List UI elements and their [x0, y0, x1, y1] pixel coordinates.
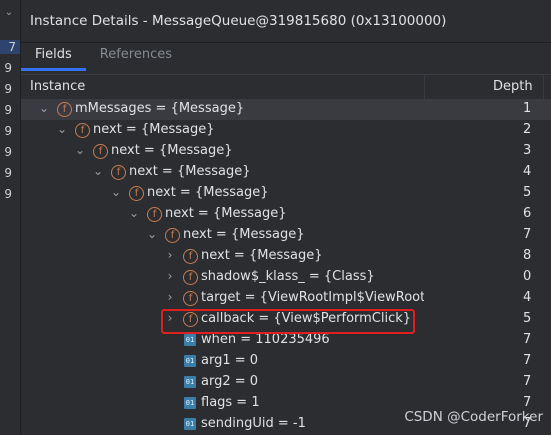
field-icon: f — [93, 144, 108, 159]
depth-value: 7 — [523, 353, 532, 368]
tree-row-label: when = 110235496 — [201, 332, 330, 347]
tree-row[interactable]: 01 arg2 = 0 7 — [21, 372, 551, 393]
tree-row[interactable]: 01 when = 110235496 7 — [21, 330, 551, 351]
tree-row[interactable]: ⌄ f next = {Message} 6 — [21, 204, 551, 225]
expand-toggle[interactable]: › — [164, 269, 176, 283]
field-icon: f — [57, 102, 72, 117]
field-icon: f — [183, 270, 198, 285]
expand-toggle[interactable]: ⌄ — [56, 122, 68, 136]
tree-row[interactable]: ⌄ f next = {Message} 7 — [21, 225, 551, 246]
tree-row[interactable]: ⌄ f next = {Message} 2 — [21, 120, 551, 141]
tree-row-label: flags = 1 — [201, 395, 260, 410]
instance-details-panel: Instance Details - MessageQueue@31981568… — [21, 0, 551, 435]
tree-row-label: next = {Message} — [111, 143, 233, 158]
depth-value: 7 — [523, 374, 532, 389]
depth-value: 3 — [523, 143, 532, 158]
depth-value: 4 — [523, 290, 532, 305]
expand-toggle[interactable]: ⌄ — [74, 143, 86, 157]
tree-row-label: next = {Message} — [165, 206, 287, 221]
gutter-number[interactable]: 9 — [0, 82, 12, 96]
tree-row-label: next = {Message} — [93, 122, 215, 137]
tree-row-label: arg1 = 0 — [201, 353, 259, 368]
field-icon: f — [183, 312, 198, 327]
depth-value: 7 — [523, 227, 532, 242]
tree-row-label: arg2 = 0 — [201, 374, 259, 389]
tree-row-label: sendingUid = -1 — [201, 416, 306, 431]
tree-row[interactable]: › f callback = {View$PerformClick} 5 — [21, 309, 551, 330]
field-icon: f — [183, 291, 198, 306]
tree-row[interactable]: ⌄ f next = {Message} 5 — [21, 183, 551, 204]
gutter-number[interactable]: 9 — [0, 145, 12, 159]
depth-value: 0 — [523, 269, 532, 284]
primitive-icon: 01 — [184, 376, 196, 388]
gutter-number[interactable]: 9 — [0, 187, 12, 201]
column-header-instance[interactable]: Instance — [30, 79, 85, 94]
field-icon: f — [183, 249, 198, 264]
tree-row[interactable]: › f target = {ViewRootImpl$ViewRootH 4 — [21, 288, 551, 309]
field-icon: f — [129, 186, 144, 201]
gutter-number[interactable]: 9 — [0, 166, 12, 180]
tree-row[interactable]: ⌄ f next = {Message} 4 — [21, 162, 551, 183]
primitive-icon: 01 — [184, 334, 196, 346]
gutter-number[interactable]: 7 — [0, 40, 20, 54]
depth-value: 1 — [523, 101, 532, 116]
expand-toggle[interactable]: ⌄ — [146, 227, 158, 241]
column-header-depth[interactable]: Depth — [493, 79, 533, 94]
tree-row[interactable]: ⌄ f next = {Message} 3 — [21, 141, 551, 162]
primitive-icon: 01 — [184, 418, 196, 430]
expand-toggle[interactable]: › — [164, 248, 176, 262]
tree-row-label: next = {Message} — [147, 185, 269, 200]
tree-row-label: next = {Message} — [183, 227, 305, 242]
instance-tree: ⌄ f mMessages = {Message} 1 ⌄ f next = {… — [21, 99, 551, 435]
primitive-icon: 01 — [184, 397, 196, 409]
tab-bar: Fields References — [21, 43, 551, 71]
chevron-down-icon[interactable]: ⌄ — [0, 7, 18, 18]
gutter-number[interactable]: 9 — [0, 103, 12, 117]
tree-row[interactable]: › f shadow$_klass_ = {Class} 0 — [21, 267, 551, 288]
expand-toggle[interactable]: ⌄ — [38, 101, 50, 115]
expand-toggle[interactable]: › — [164, 311, 176, 325]
tree-row-label: target = {ViewRootImpl$ViewRootH — [201, 290, 424, 305]
tree-row-label: next = {Message} — [201, 248, 323, 263]
gutter-number[interactable]: 9 — [0, 61, 12, 75]
expand-toggle[interactable]: ⌄ — [128, 206, 140, 220]
depth-value: 5 — [523, 311, 532, 326]
tree-row[interactable]: › f next = {Message} 8 — [21, 246, 551, 267]
table-header: Instance Depth — [21, 74, 551, 100]
depth-value: 2 — [523, 122, 532, 137]
depth-value: 5 — [523, 185, 532, 200]
column-divider[interactable] — [424, 75, 425, 99]
tab-fields[interactable]: Fields — [21, 43, 86, 71]
tree-row[interactable]: ⌄ f mMessages = {Message} 1 — [21, 99, 551, 120]
depth-value: 7 — [523, 332, 532, 347]
expand-toggle[interactable]: ⌄ — [92, 164, 104, 178]
depth-value: 6 — [523, 206, 532, 221]
field-icon: f — [75, 123, 90, 138]
expand-toggle[interactable]: › — [164, 290, 176, 304]
gutter-number[interactable]: 9 — [0, 124, 12, 138]
depth-value: 8 — [523, 248, 532, 263]
column-divider[interactable] — [543, 75, 544, 99]
depth-value: 4 — [523, 164, 532, 179]
tree-row-label: callback = {View$PerformClick} — [201, 311, 412, 326]
tree-row-label: next = {Message} — [129, 164, 251, 179]
field-icon: f — [111, 165, 126, 180]
panel-title: Instance Details - MessageQueue@31981568… — [21, 0, 551, 43]
primitive-icon: 01 — [184, 355, 196, 367]
tree-row-label: shadow$_klass_ = {Class} — [201, 269, 375, 284]
left-gutter: ⌄ 7 9 9 9 9 9 9 9 — [0, 0, 21, 435]
field-icon: f — [165, 228, 180, 243]
instance-cell: › f target = {ViewRootImpl$ViewRootH — [21, 288, 424, 309]
tab-references[interactable]: References — [86, 43, 186, 71]
tree-row-label: mMessages = {Message} — [75, 101, 245, 116]
field-icon: f — [147, 207, 162, 222]
watermark: CSDN @CoderForker — [404, 409, 543, 425]
expand-toggle[interactable]: ⌄ — [110, 185, 122, 199]
depth-value: 7 — [523, 395, 532, 410]
tree-row[interactable]: 01 arg1 = 0 7 — [21, 351, 551, 372]
